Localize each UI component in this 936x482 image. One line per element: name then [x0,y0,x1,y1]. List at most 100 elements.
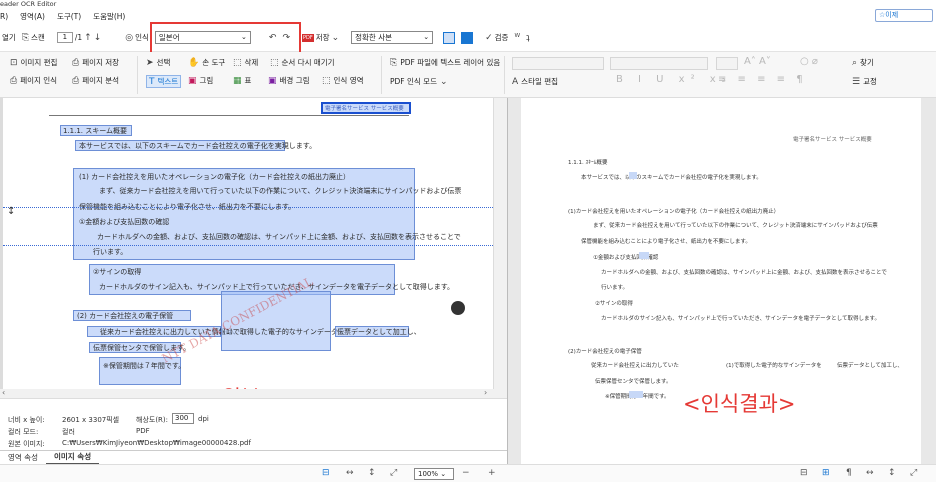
arrow-up-icon[interactable]: ↑ [84,33,92,43]
vertical-scrollbar[interactable] [494,98,507,398]
tab-image-properties[interactable]: 이미지 속성 [45,450,100,465]
item1-text: (1) カード会社控えを用いたオペレーションの電子化（カード会社控えの紙出力廃止… [79,173,350,181]
accuracy-value: 정확한 사본 [355,33,392,42]
ribbon: ⊡ 이미지 편집 ⎙ 페이지 저장 ⎙ 페이지 인식 ⎙ 페이지 분석 ➤ 선택 ✋ 손 도… [0,52,936,98]
fullscreen-icon[interactable]: ⤢ [390,468,397,478]
image-edit-button[interactable]: ⊡ 이미지 편집 [10,57,57,68]
property-tabs: 영역 속성 이미지 속성 [0,450,507,465]
fit-height-icon[interactable]: ↕ [368,468,376,478]
proofread-icon: ☰ [852,76,861,87]
delete-tool[interactable]: ⬚ 삭제 [233,57,258,68]
tab-area-properties[interactable]: 영역 속성 [0,451,46,464]
fit-page-icon[interactable]: ⊟ [800,468,808,478]
page-number-input[interactable]: 1 [56,32,73,43]
format-icon: ʇ [526,32,530,43]
format-buttons[interactable]: B I U x² x₂ [616,74,732,85]
view-text-button[interactable] [461,31,474,44]
item2-right-text: 伝票データとして加工し、 [337,328,421,336]
reorder-tool[interactable]: ⬚ 순서 다시 매기기 [270,57,335,68]
recognize-button[interactable]: ◎ 인식 [125,32,149,43]
menu-help[interactable]: 도움말(H) [93,11,125,22]
spell-button[interactable]: ᵂ [514,33,520,43]
font-step-select[interactable] [716,57,738,70]
intro-text: 本サービスでは、以下のスキームでカード会社控えの電子化を実現します。 [79,142,317,150]
text-area-icon: T [149,76,155,87]
verify-label: 검증 [494,33,509,42]
zoom-in-icon[interactable]: + [488,468,496,478]
size-label: 너비 x 높이: [8,416,45,424]
chevron-down-icon: ⌄ [423,33,430,41]
page-save-label: 페이지 저장 [82,58,120,67]
page-analyze-label: 페이지 분석 [82,76,120,85]
hand-tool[interactable]: ✋ 손 도구 [188,57,225,68]
whats-new-label: 이제 [885,11,899,19]
open-button[interactable]: 열기 [2,32,16,43]
zoom-value: 100% [418,470,439,478]
fit-page-icon[interactable]: ⊟ [322,468,330,478]
menu-area[interactable]: 영역(A) [20,11,45,22]
select-tool[interactable]: ➤ 선택 [146,57,170,68]
page-recognize-icon: ⎙ [10,75,18,86]
recognition-area-tool[interactable]: ⬚ 인식 영역 [322,75,364,86]
page-recognize-button[interactable]: ⎙ 페이지 인식 [10,75,57,86]
zoom-out-icon[interactable]: − [462,468,470,478]
background-picture-icon: ▣ [268,75,277,86]
reorder-icon: ⬚ [270,57,279,68]
shape-icon: ○ ⌀ [800,56,818,67]
hand-tool-label: 손 도구 [202,58,226,67]
save-label: 저장 [315,33,330,42]
background-picture-tool[interactable]: ▣ 배경 그림 [268,75,310,86]
fit-width-icon[interactable]: ↔ [346,468,354,478]
resolution-label: 해상도(R): [136,416,169,424]
item2-mid-text: (1)で取得した電子的なサインデータを [223,328,345,336]
style-edit-button[interactable]: A 스타일 편집 [512,76,558,87]
delete-label: 삭제 [244,58,259,67]
page-save-button[interactable]: ⎙ 페이지 저장 [72,57,119,68]
chevron-left-icon[interactable]: ‹ [2,388,5,397]
zoom-select[interactable]: 100% ⌄ [414,468,454,480]
fullscreen-icon[interactable]: ⤢ [910,468,917,478]
align-buttons[interactable]: ≡ ≡ ≡ ≡ ¶ [718,74,807,85]
table-area-label: 표 [244,76,252,85]
view-single-button[interactable] [443,31,456,44]
save-button[interactable]: PDF 저장 ⌄ [302,32,339,43]
menu-item[interactable]: R) [0,12,8,21]
result-item2-body: 従来カード会社控えに出力していた [591,363,679,369]
language-highlight-box [150,22,301,54]
result-item2-store: 伝票保管センタで保管します。 [595,379,672,385]
resolution-input[interactable]: 300 [172,413,194,424]
verify-button[interactable]: ✓ 검증 [485,32,508,43]
text-view-mode-icon[interactable]: ⊞ [822,468,830,478]
fit-height-icon[interactable]: ↕ [888,468,896,478]
pdf-layer-label: PDF 파일에 텍스트 레이어 있음 [400,58,501,67]
scan-button[interactable]: ⎘ 스캔 [22,32,45,43]
menu-tools[interactable]: 도구(T) [57,11,81,22]
result-item2: (2)カード会社控えの電子保管 [568,349,642,355]
result-intro: 本サービスでは、以下のスキームでカード会社控の電子化を実現します。 [581,175,762,181]
paragraph-icon[interactable]: ¶ [846,468,852,478]
pdf-layer-option[interactable]: ⎘ PDF 파일에 텍스트 레이어 있음 [390,57,500,68]
text-area-tool[interactable]: T 텍스트 [146,75,182,88]
shape-button[interactable]: ○ ⌀ [800,56,818,67]
accuracy-select[interactable]: 정확한 사본 ⌄ [351,31,434,44]
format-button[interactable]: ʇ [526,33,530,43]
chevron-right-icon[interactable]: › [484,388,487,397]
whats-new-button[interactable]: ☆이제 [875,9,933,22]
open-label: 열기 [2,33,16,42]
horizontal-scrollbar[interactable]: ‹ › [0,388,494,398]
hand-icon: ✋ [188,57,200,68]
picture-area-tool[interactable]: ▣ 그림 [188,75,213,86]
pdf-mode-select[interactable]: PDF 인식 모드 ⌄ [390,76,448,87]
fit-width-icon[interactable]: ↔ [866,468,874,478]
font-grow-button[interactable]: A˄ A˅ [744,56,771,67]
text-pane[interactable]: 電子署名サービス サービス概要 1.1.1. ｽｷｰﾑ概要 本サービスでは、以下… [507,98,936,464]
font-size-select[interactable] [610,57,708,70]
font-name-select[interactable] [512,57,604,70]
arrow-down-icon[interactable]: ↓ [94,33,102,43]
page-analyze-button[interactable]: ⎙ 페이지 분석 [72,75,119,86]
image-pane[interactable]: 電子署名サービス サービス概要 1.1.1. スキーム概要 本サービスでは、以下… [0,98,507,398]
result-item2-mid: (1)で取得した電子的なサインデータを [726,363,822,369]
proofread-button[interactable]: ☰ 교정 [852,76,877,87]
find-button[interactable]: ⌕ 찾기 [852,57,874,68]
table-area-tool[interactable]: ▦ 표 [233,75,251,86]
